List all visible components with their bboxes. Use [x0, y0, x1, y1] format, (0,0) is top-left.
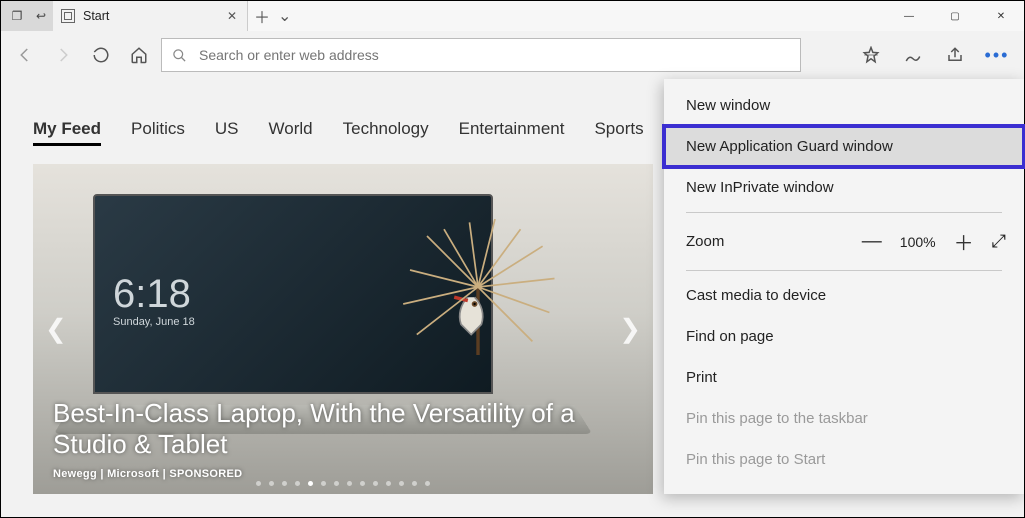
carousel-dots[interactable]	[256, 481, 430, 486]
menu-item[interactable]: Cast media to device	[664, 275, 1024, 316]
zoom-out-button[interactable]: —	[858, 230, 886, 253]
home-button[interactable]	[123, 39, 155, 71]
carousel-dot[interactable]	[282, 481, 287, 486]
carousel-dot[interactable]	[386, 481, 391, 486]
menu-zoom-row: Zoom — 100% ＋ ⤢	[664, 217, 1024, 266]
carousel-dot[interactable]	[308, 481, 313, 486]
feed-nav-item[interactable]: US	[215, 119, 239, 146]
nav-back-button[interactable]	[9, 39, 41, 71]
carousel-dot[interactable]	[347, 481, 352, 486]
menu-item: Pin this page to Start	[664, 439, 1024, 480]
carousel-dot[interactable]	[360, 481, 365, 486]
more-menu: New windowNew Application Guard windowNe…	[664, 79, 1024, 494]
feed-nav-item[interactable]: World	[269, 119, 313, 146]
nav-forward-button[interactable]	[47, 39, 79, 71]
window-controls: — ▢ ✕	[886, 1, 1024, 31]
more-button[interactable]: •••	[978, 39, 1016, 71]
maximize-button[interactable]: ▢	[932, 1, 978, 31]
feed-nav-item[interactable]: Politics	[131, 119, 185, 146]
carousel-dot[interactable]	[399, 481, 404, 486]
carousel-dot[interactable]	[295, 481, 300, 486]
carousel-dot[interactable]	[256, 481, 261, 486]
carousel-dot[interactable]	[269, 481, 274, 486]
feed-nav-item[interactable]: Sports	[594, 119, 643, 146]
favorites-icon[interactable]	[852, 39, 890, 71]
tab-chevron-down-icon[interactable]: ⌄	[278, 6, 291, 26]
titlebar-system-icons: ❐ ↩	[1, 1, 53, 31]
hero-title: Best-In-Class Laptop, With the Versatili…	[53, 398, 633, 460]
share-icon[interactable]	[936, 39, 974, 71]
zoom-in-button[interactable]: ＋	[950, 227, 978, 256]
carousel-dot[interactable]	[373, 481, 378, 486]
hero-screen-date: Sunday, June 18	[113, 316, 195, 328]
hero-source: Newegg | Microsoft | SPONSORED	[53, 468, 633, 480]
task-view-icon[interactable]: ❐	[5, 9, 29, 23]
feed-nav-item[interactable]: Technology	[343, 119, 429, 146]
menu-item: Pin this page to the taskbar	[664, 398, 1024, 439]
hero-screen-time: 6:18	[113, 274, 195, 314]
hero-bird-illustration	[393, 219, 563, 389]
tab-close-icon[interactable]: ✕	[227, 9, 237, 23]
carousel-dot[interactable]	[321, 481, 326, 486]
menu-item[interactable]: Print	[664, 357, 1024, 398]
carousel-dot[interactable]	[425, 481, 430, 486]
feed-nav-item[interactable]: My Feed	[33, 119, 101, 146]
menu-item[interactable]: New window	[664, 85, 1024, 126]
menu-item[interactable]: New InPrivate window	[664, 167, 1024, 208]
carousel-dot[interactable]	[412, 481, 417, 486]
carousel-dot[interactable]	[334, 481, 339, 486]
refresh-button[interactable]	[85, 39, 117, 71]
tab-actions: ＋ ⌄	[248, 1, 297, 31]
titlebar: ❐ ↩ Start ✕ ＋ ⌄ — ▢ ✕	[1, 1, 1024, 31]
menu-separator	[686, 270, 1002, 271]
search-icon	[172, 48, 187, 63]
ink-icon[interactable]	[894, 39, 932, 71]
menu-item[interactable]: Find on page	[664, 316, 1024, 357]
zoom-value: 100%	[900, 234, 936, 250]
tab-favicon	[61, 9, 75, 23]
toolbar: •••	[1, 31, 1024, 79]
fullscreen-button[interactable]: ⤢	[992, 231, 1006, 252]
menu-item[interactable]: New Application Guard window	[664, 126, 1024, 167]
browser-tab[interactable]: Start ✕	[53, 1, 248, 31]
tab-title: Start	[83, 9, 219, 23]
back-icon[interactable]: ↩	[29, 9, 53, 23]
hero-carousel[interactable]: 6:18 Sunday, June 18	[33, 164, 653, 494]
feed-nav-item[interactable]: Entertainment	[459, 119, 565, 146]
zoom-label: Zoom	[686, 233, 724, 250]
close-button[interactable]: ✕	[978, 1, 1024, 31]
carousel-next-button[interactable]: ❯	[615, 310, 645, 349]
minimize-button[interactable]: —	[886, 1, 932, 31]
address-input[interactable]	[197, 46, 790, 64]
carousel-prev-button[interactable]: ❮	[41, 310, 71, 349]
menu-separator	[686, 212, 1002, 213]
new-tab-button[interactable]: ＋	[254, 4, 270, 28]
address-bar[interactable]	[161, 38, 801, 72]
